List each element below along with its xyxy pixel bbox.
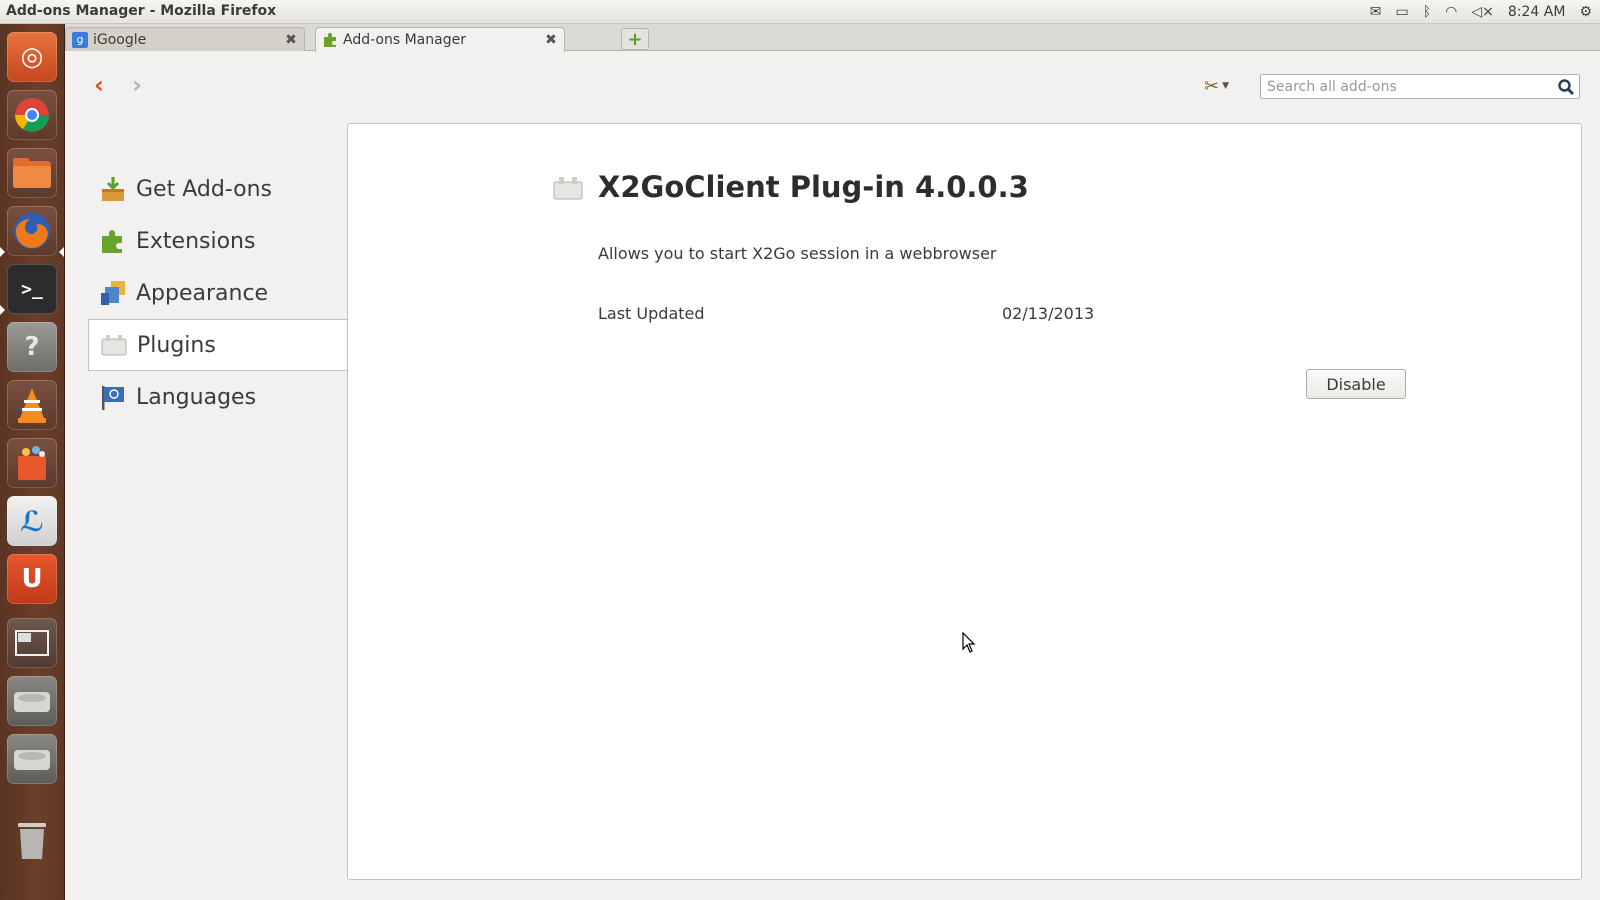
window-title: Add-ons Manager - Mozilla Firefox (6, 3, 277, 19)
workspace-switcher-icon[interactable] (7, 618, 57, 668)
chromium-icon[interactable] (7, 90, 57, 140)
tab-igoogle[interactable]: g iGoogle ✖ (65, 27, 305, 51)
close-icon[interactable]: ✖ (284, 32, 298, 48)
running-indicator (0, 247, 5, 257)
battery-icon[interactable]: ▭ (1396, 0, 1409, 24)
category-appearance[interactable]: Appearance (88, 267, 348, 319)
category-label: Appearance (136, 280, 269, 306)
plugin-icon (553, 177, 583, 200)
puzzle-icon (322, 32, 338, 48)
close-icon[interactable]: ✖ (544, 32, 558, 48)
bluetooth-icon[interactable]: ᛒ (1423, 0, 1431, 24)
libreoffice-icon[interactable]: ℒ (7, 496, 57, 546)
puzzle-icon (98, 226, 128, 256)
disk-2-icon[interactable] (7, 734, 57, 784)
vlc-icon[interactable] (7, 380, 57, 430)
category-languages[interactable]: Languages (88, 371, 348, 423)
ubuntu-one-icon[interactable]: U (7, 554, 57, 604)
running-indicator (0, 305, 5, 315)
tab-label: Add-ons Manager (343, 32, 466, 48)
category-extensions[interactable]: Extensions (88, 215, 348, 267)
wifi-icon[interactable]: ◠ (1445, 0, 1457, 24)
addon-description: Allows you to start X2Go session in a we… (598, 244, 997, 263)
disk-1-icon[interactable] (7, 676, 57, 726)
plugin-icon (99, 330, 129, 360)
category-label: Get Add-ons (136, 176, 273, 202)
ubuntu-dash-icon[interactable]: ◎ (7, 32, 57, 82)
search-input[interactable] (1261, 75, 1551, 98)
tools-icon: ✂ (1204, 75, 1220, 97)
last-updated-label: Last Updated (598, 304, 705, 323)
category-label: Languages (136, 384, 257, 410)
tab-label: iGoogle (93, 31, 147, 48)
forward-button[interactable]: › (126, 72, 148, 98)
disable-button[interactable]: Disable (1306, 369, 1406, 399)
software-center-icon[interactable] (7, 438, 57, 488)
indicator-area: ✉ ▭ ᛒ ◠ ◁× 8:24 AM ⚙ (1370, 0, 1592, 24)
addon-name: X2GoClient Plug-in 4.0.0.3 (598, 170, 1029, 204)
get-addons-icon (98, 174, 128, 204)
mouse-cursor-icon (962, 632, 976, 653)
search-icon[interactable] (1557, 78, 1575, 96)
category-label: Extensions (136, 228, 256, 254)
category-plugins[interactable]: Plugins (88, 319, 348, 371)
files-icon[interactable] (7, 148, 57, 198)
appearance-icon (98, 278, 128, 308)
firefox-icon[interactable] (7, 206, 57, 256)
volume-muted-icon[interactable]: ◁× (1471, 0, 1494, 24)
top-panel: Add-ons Manager - Mozilla Firefox ✉ ▭ ᛒ … (0, 0, 1600, 24)
chevron-down-icon: ▼ (1222, 81, 1230, 91)
category-get-addons[interactable]: Get Add-ons (88, 163, 348, 215)
terminal-icon[interactable]: >_ (7, 264, 57, 314)
active-indicator (59, 247, 64, 257)
search-box[interactable] (1260, 74, 1580, 99)
category-list: Get Add-ons Extensions Appearance Plugin… (88, 163, 348, 423)
trash-icon[interactable] (7, 816, 57, 866)
google-favicon-icon: g (72, 31, 88, 48)
new-tab-button[interactable]: + (621, 28, 649, 50)
help-icon[interactable]: ? (7, 322, 57, 372)
category-label: Plugins (137, 332, 216, 358)
gear-icon[interactable]: ⚙ (1579, 0, 1592, 24)
tab-strip: g iGoogle ✖ Add-ons Manager ✖ + (65, 24, 1600, 52)
clock[interactable]: 8:24 AM (1508, 4, 1566, 20)
tools-menu-button[interactable]: ✂ ▼ (1204, 74, 1244, 98)
addon-detail-panel: X2GoClient Plug-in 4.0.0.3 Allows you to… (347, 123, 1582, 880)
flag-icon (98, 382, 128, 412)
last-updated-value: 02/13/2013 (1002, 304, 1095, 323)
mail-icon[interactable]: ✉ (1370, 0, 1382, 24)
back-button[interactable]: ‹ (88, 72, 110, 98)
launcher: ◎ >_ ? ℒ U (0, 24, 65, 900)
tab-addons-manager[interactable]: Add-ons Manager ✖ (315, 27, 565, 52)
